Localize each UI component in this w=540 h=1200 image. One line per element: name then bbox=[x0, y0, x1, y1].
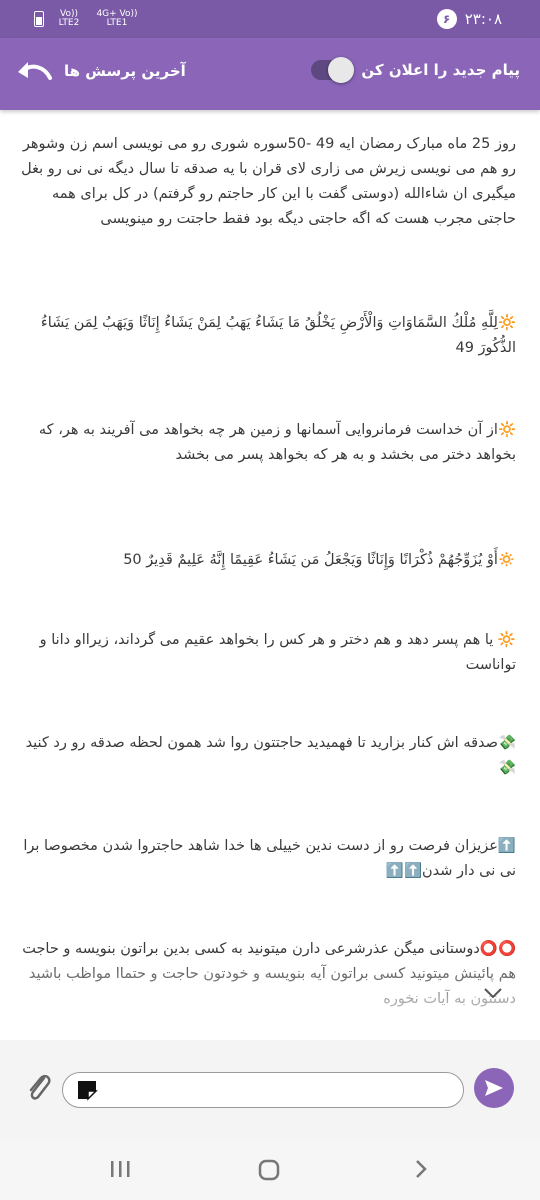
battery-icon bbox=[34, 11, 44, 27]
clock: ۲۳:۰۸ bbox=[464, 10, 502, 28]
message-paragraph: 🔆 یا هم پسر دهد و هم دختر و هر کس را بخو… bbox=[39, 632, 516, 673]
message-paragraph: 🔆لِلَّهِ مُلْكُ السَّمَاوَاتِ وَالْأَرْض… bbox=[40, 315, 516, 356]
send-button[interactable] bbox=[474, 1068, 514, 1108]
notify-toggle[interactable] bbox=[311, 57, 355, 83]
message-paragraph: 💸صدقه اش کنار بزارید تا فهمیدید حاجتتون … bbox=[25, 735, 516, 776]
toggle-knob bbox=[328, 57, 355, 83]
notify-label: پیام جدید را اعلان کن bbox=[361, 61, 520, 79]
signal-lte2: Vo)) LTE2 bbox=[58, 9, 80, 28]
message-paragraph: 🔆از آن خداست فرمانروایی آسمانها و زمین ه… bbox=[38, 422, 516, 463]
paperclip-icon[interactable] bbox=[24, 1068, 54, 1108]
app-bar: آخرین پرسش ها پیام جدید را اعلان کن bbox=[0, 38, 540, 110]
back-nav-icon[interactable] bbox=[410, 1158, 432, 1180]
chevron-down-icon[interactable] bbox=[482, 982, 504, 1004]
back-label: آخرین پرسش ها bbox=[64, 62, 186, 80]
message-input[interactable] bbox=[62, 1072, 464, 1108]
message-paragraph: ⬆️عزیزان فرصت رو از دست ندین خییلی ها خد… bbox=[23, 838, 516, 879]
status-bar: Vo)) LTE2 4G+ Vo)) LTE1 ۶ ۲۳:۰۸ bbox=[0, 0, 540, 38]
status-left: Vo)) LTE2 4G+ Vo)) LTE1 bbox=[34, 10, 140, 28]
composer-bar bbox=[0, 1040, 540, 1140]
status-right: ۶ ۲۳:۰۸ bbox=[436, 9, 502, 29]
back-button[interactable]: آخرین پرسش ها bbox=[14, 58, 186, 84]
message-paragraph: روز 25 ماه مبارک رمضان ایه 49 -50سوره شو… bbox=[21, 136, 516, 227]
bottom-fade bbox=[0, 955, 540, 1025]
sticker-icon[interactable] bbox=[75, 1079, 99, 1101]
send-icon bbox=[485, 1080, 503, 1096]
home-icon[interactable] bbox=[257, 1158, 281, 1182]
recent-apps-icon[interactable] bbox=[108, 1158, 132, 1180]
system-nav-bar bbox=[0, 1140, 540, 1200]
back-arrow-icon bbox=[18, 62, 52, 80]
message-paragraph: 🔅أَوْ يُزَوِّجُهُمْ ذُكْرَانًا وَإِنَاثً… bbox=[123, 552, 516, 568]
signal-lte1: 4G+ Vo)) LTE1 bbox=[96, 9, 138, 28]
notify-setting[interactable]: پیام جدید را اعلان کن bbox=[311, 57, 520, 83]
message-content[interactable]: روز 25 ماه مبارک رمضان ایه 49 -50سوره شو… bbox=[0, 118, 540, 1038]
notification-badge: ۶ bbox=[436, 9, 457, 29]
